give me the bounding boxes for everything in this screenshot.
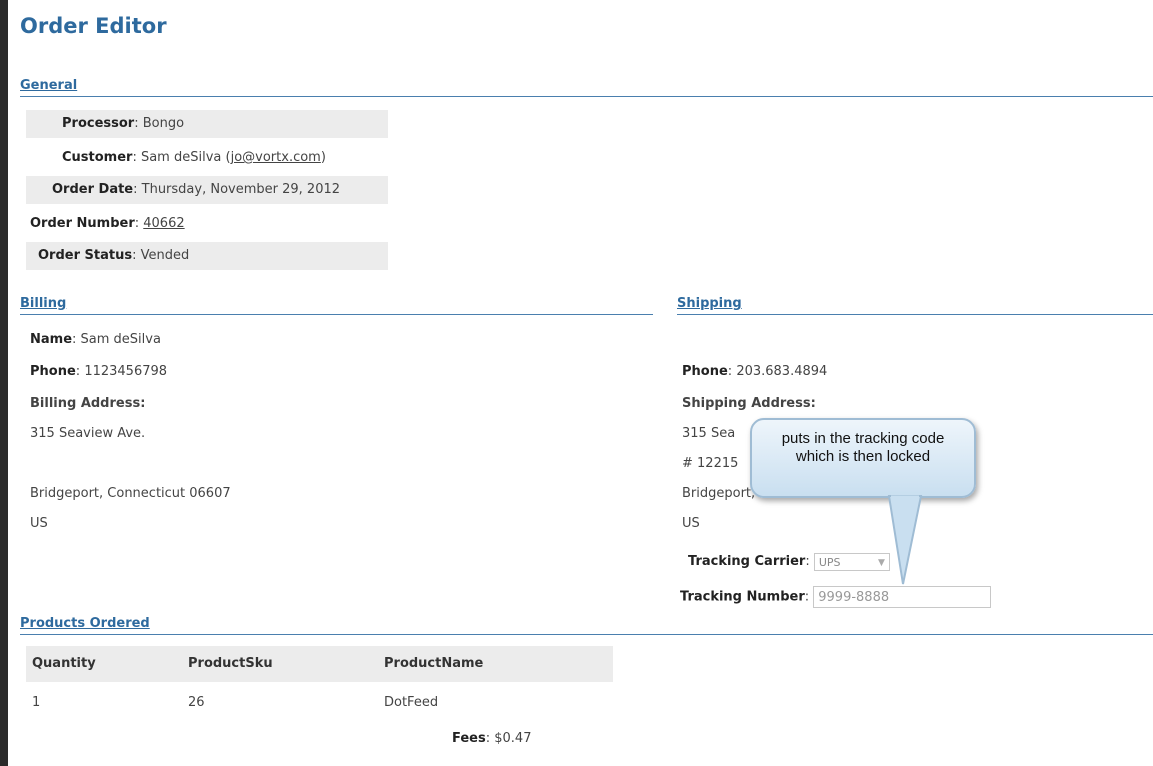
billing-section-header: Billing	[20, 296, 653, 315]
callout-bubble: puts in the tracking code which is then …	[750, 418, 976, 498]
tracking-number-label: Tracking Number	[680, 589, 805, 605]
shipping-address-line2: # 12215	[682, 456, 739, 471]
column-header-productsku: ProductSku	[188, 656, 273, 671]
billing-name-value: Sam deSilva	[80, 332, 161, 347]
page-title: Order Editor	[20, 14, 167, 38]
order-status-row: Order Status: Vended	[26, 242, 388, 270]
billing-address-line1: 315 Seaview Ave.	[30, 426, 146, 441]
fees-value: $0.47	[494, 731, 532, 746]
customer-email-link[interactable]: jo@vortx.com	[231, 150, 321, 165]
customer-label: Customer	[62, 150, 133, 165]
fees-row: Fees: $0.47	[452, 731, 532, 746]
order-date-label: Order Date	[52, 182, 134, 197]
billing-address-label: Billing Address:	[30, 396, 146, 411]
products-section-header: Products Ordered	[20, 616, 1153, 635]
customer-name: Sam deSilva	[140, 150, 222, 165]
fees-label: Fees	[452, 731, 486, 746]
tracking-number-row: Tracking Number: 9999-8888	[680, 586, 992, 608]
shipping-phone-label: Phone	[682, 364, 728, 379]
products-header-label: Products Ordered	[20, 616, 150, 631]
customer-row: Customer: Sam deSilva (jo@vortx.com)	[26, 144, 388, 172]
column-header-productname: ProductName	[384, 656, 484, 671]
tracking-carrier-label: Tracking Carrier	[688, 554, 806, 569]
row-name: DotFeed	[384, 695, 439, 710]
column-header-quantity: Quantity	[32, 656, 96, 671]
billing-header-label: Billing	[20, 296, 67, 311]
shipping-address-line1: 315 Sea	[682, 426, 736, 441]
billing-city-state-zip: Bridgeport, Connecticut 06607	[30, 486, 231, 501]
chevron-down-icon: ▼	[877, 557, 885, 568]
order-number-link[interactable]: 40662	[143, 216, 184, 231]
billing-name-row: Name: Sam deSilva	[30, 332, 161, 347]
tracking-carrier-select[interactable]: UPS ▼	[813, 552, 890, 571]
shipping-header-label: Shipping	[677, 296, 742, 311]
billing-phone-value: 1123456798	[84, 364, 168, 379]
shipping-phone-value: 203.683.4894	[736, 364, 828, 379]
tracking-carrier-row: Tracking Carrier: UPS ▼	[688, 552, 890, 572]
order-status-value: Vended	[140, 248, 190, 263]
shipping-section-header: Shipping	[677, 296, 1153, 315]
shipping-country: US	[682, 516, 700, 531]
billing-country: US	[30, 516, 48, 531]
callout-text: puts in the tracking code which is then …	[781, 430, 945, 465]
processor-row: Processor: Bongo	[26, 110, 388, 138]
tracking-carrier-value: UPS	[818, 555, 841, 569]
general-section-header: General	[20, 78, 1153, 97]
tracking-number-input[interactable]: 9999-8888	[813, 586, 992, 608]
billing-phone-label: Phone	[30, 364, 76, 379]
callout-tail	[887, 495, 923, 585]
general-header-label: General	[20, 78, 78, 93]
left-accent-bar	[0, 0, 8, 766]
products-table-header: Quantity ProductSku ProductName	[26, 646, 613, 682]
row-sku: 26	[188, 695, 205, 710]
processor-label: Processor	[62, 116, 135, 131]
order-number-label: Order Number	[30, 216, 135, 231]
shipping-address-label: Shipping Address:	[682, 396, 816, 411]
order-date-row: Order Date: Thursday, November 29, 2012	[26, 176, 388, 204]
billing-name-label: Name	[30, 332, 73, 347]
shipping-phone-row: Phone: 203.683.4894	[682, 364, 828, 379]
order-status-label: Order Status	[38, 248, 133, 263]
order-number-row: Order Number: 40662	[26, 210, 388, 238]
row-quantity: 1	[32, 695, 41, 710]
processor-value: Bongo	[142, 116, 185, 131]
billing-phone-row: Phone: 1123456798	[30, 364, 168, 379]
order-date-value: Thursday, November 29, 2012	[141, 182, 341, 197]
